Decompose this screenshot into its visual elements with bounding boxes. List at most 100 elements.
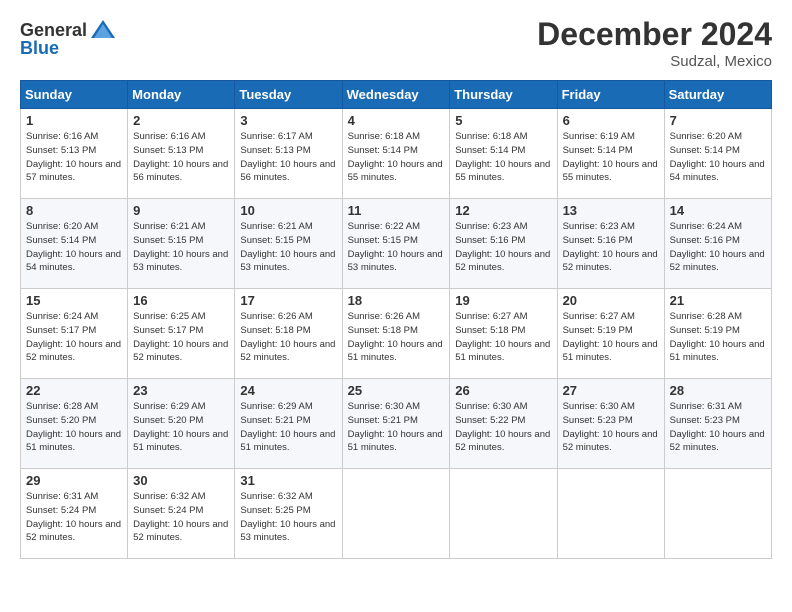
day-info: Sunrise: 6:21 AMSunset: 5:15 PMDaylight:…	[133, 220, 229, 275]
day-info: Sunrise: 6:28 AMSunset: 5:19 PMDaylight:…	[670, 310, 766, 365]
day-number: 6	[563, 113, 659, 128]
day-info: Sunrise: 6:22 AMSunset: 5:15 PMDaylight:…	[348, 220, 445, 275]
calendar-week-4: 22 Sunrise: 6:28 AMSunset: 5:20 PMDayligh…	[21, 379, 772, 469]
day-info: Sunrise: 6:29 AMSunset: 5:21 PMDaylight:…	[240, 400, 336, 455]
day-info: Sunrise: 6:16 AMSunset: 5:13 PMDaylight:…	[133, 130, 229, 185]
calendar-week-2: 8 Sunrise: 6:20 AMSunset: 5:14 PMDaylight…	[21, 199, 772, 289]
day-info: Sunrise: 6:24 AMSunset: 5:16 PMDaylight:…	[670, 220, 766, 275]
calendar-cell: 14 Sunrise: 6:24 AMSunset: 5:16 PMDayligh…	[664, 199, 771, 289]
calendar-cell: 30Sunrise: 6:32 AMSunset: 5:24 PMDayligh…	[128, 469, 235, 559]
calendar-cell: 3 Sunrise: 6:17 AMSunset: 5:13 PMDaylight…	[235, 109, 342, 199]
calendar-cell: 4 Sunrise: 6:18 AMSunset: 5:14 PMDaylight…	[342, 109, 450, 199]
day-info: Sunrise: 6:18 AMSunset: 5:14 PMDaylight:…	[348, 130, 445, 185]
day-info: Sunrise: 6:31 AMSunset: 5:24 PMDaylight:…	[26, 490, 122, 545]
day-number: 24	[240, 383, 336, 398]
day-info: Sunrise: 6:20 AMSunset: 5:14 PMDaylight:…	[26, 220, 122, 275]
col-header-monday: Monday	[128, 81, 235, 109]
calendar-cell: 31 Sunrise: 6:32 AMSunset: 5:25 PMDayligh…	[235, 469, 342, 559]
day-info: Sunrise: 6:23 AMSunset: 5:16 PMDaylight:…	[563, 220, 659, 275]
day-number: 31	[240, 473, 336, 488]
day-number: 29	[26, 473, 122, 488]
day-info: Sunrise: 6:28 AMSunset: 5:20 PMDaylight:…	[26, 400, 122, 455]
day-info: Sunrise: 6:26 AMSunset: 5:18 PMDaylight:…	[348, 310, 445, 365]
calendar-cell: 18 Sunrise: 6:26 AMSunset: 5:18 PMDayligh…	[342, 289, 450, 379]
calendar-week-5: 29 Sunrise: 6:31 AMSunset: 5:24 PMDayligh…	[21, 469, 772, 559]
calendar-header-row: SundayMondayTuesdayWednesdayThursdayFrid…	[21, 81, 772, 109]
calendar-cell: 25 Sunrise: 6:30 AMSunset: 5:21 PMDayligh…	[342, 379, 450, 469]
calendar-cell	[557, 469, 664, 559]
day-info: Sunrise: 6:20 AMSunset: 5:14 PMDaylight:…	[670, 130, 766, 185]
day-number: 28	[670, 383, 766, 398]
day-info: Sunrise: 6:19 AMSunset: 5:14 PMDaylight:…	[563, 130, 659, 185]
day-info: Sunrise: 6:17 AMSunset: 5:13 PMDaylight:…	[240, 130, 336, 185]
day-number: 14	[670, 203, 766, 218]
day-number: 15	[26, 293, 122, 308]
day-number: 27	[563, 383, 659, 398]
col-header-friday: Friday	[557, 81, 664, 109]
day-info: Sunrise: 6:18 AMSunset: 5:14 PMDaylight:…	[455, 130, 551, 185]
calendar-cell: 26 Sunrise: 6:30 AMSunset: 5:22 PMDayligh…	[450, 379, 557, 469]
day-number: 21	[670, 293, 766, 308]
day-number: 12	[455, 203, 551, 218]
day-info: Sunrise: 6:30 AMSunset: 5:21 PMDaylight:…	[348, 400, 445, 455]
col-header-tuesday: Tuesday	[235, 81, 342, 109]
calendar-cell: 29 Sunrise: 6:31 AMSunset: 5:24 PMDayligh…	[21, 469, 128, 559]
calendar-cell: 13 Sunrise: 6:23 AMSunset: 5:16 PMDayligh…	[557, 199, 664, 289]
day-number: 25	[348, 383, 445, 398]
calendar-cell: 27Sunrise: 6:30 AMSunset: 5:23 PMDayligh…	[557, 379, 664, 469]
day-info: Sunrise: 6:24 AMSunset: 5:17 PMDaylight:…	[26, 310, 122, 365]
calendar-cell: 6 Sunrise: 6:19 AMSunset: 5:14 PMDaylight…	[557, 109, 664, 199]
day-number: 18	[348, 293, 445, 308]
day-info: Sunrise: 6:26 AMSunset: 5:18 PMDaylight:…	[240, 310, 336, 365]
calendar-cell: 12Sunrise: 6:23 AMSunset: 5:16 PMDayligh…	[450, 199, 557, 289]
logo-blue: Blue	[20, 38, 59, 59]
header: General Blue December 2024 Sudzal, Mexic…	[20, 16, 772, 70]
day-number: 17	[240, 293, 336, 308]
calendar-cell: 16Sunrise: 6:25 AMSunset: 5:17 PMDayligh…	[128, 289, 235, 379]
day-number: 4	[348, 113, 445, 128]
col-header-thursday: Thursday	[450, 81, 557, 109]
calendar-week-1: 1 Sunrise: 6:16 AMSunset: 5:13 PMDaylight…	[21, 109, 772, 199]
calendar-cell: 10Sunrise: 6:21 AMSunset: 5:15 PMDayligh…	[235, 199, 342, 289]
day-number: 26	[455, 383, 551, 398]
day-info: Sunrise: 6:27 AMSunset: 5:18 PMDaylight:…	[455, 310, 551, 365]
calendar-cell: 17 Sunrise: 6:26 AMSunset: 5:18 PMDayligh…	[235, 289, 342, 379]
day-number: 3	[240, 113, 336, 128]
calendar-cell: 24 Sunrise: 6:29 AMSunset: 5:21 PMDayligh…	[235, 379, 342, 469]
calendar-cell	[664, 469, 771, 559]
calendar-cell: 7 Sunrise: 6:20 AMSunset: 5:14 PMDaylight…	[664, 109, 771, 199]
col-header-sunday: Sunday	[21, 81, 128, 109]
title-block: December 2024 Sudzal, Mexico	[537, 16, 772, 70]
day-number: 7	[670, 113, 766, 128]
calendar-cell: 11 Sunrise: 6:22 AMSunset: 5:15 PMDayligh…	[342, 199, 450, 289]
calendar-cell: 1 Sunrise: 6:16 AMSunset: 5:13 PMDaylight…	[21, 109, 128, 199]
calendar-cell: 22 Sunrise: 6:28 AMSunset: 5:20 PMDayligh…	[21, 379, 128, 469]
calendar-cell: 2Sunrise: 6:16 AMSunset: 5:13 PMDaylight…	[128, 109, 235, 199]
calendar-cell: 5 Sunrise: 6:18 AMSunset: 5:14 PMDaylight…	[450, 109, 557, 199]
day-info: Sunrise: 6:32 AMSunset: 5:25 PMDaylight:…	[240, 490, 336, 545]
calendar-week-3: 15 Sunrise: 6:24 AMSunset: 5:17 PMDayligh…	[21, 289, 772, 379]
day-info: Sunrise: 6:16 AMSunset: 5:13 PMDaylight:…	[26, 130, 122, 185]
day-number: 10	[240, 203, 336, 218]
calendar-cell	[342, 469, 450, 559]
calendar-cell: 15 Sunrise: 6:24 AMSunset: 5:17 PMDayligh…	[21, 289, 128, 379]
day-info: Sunrise: 6:30 AMSunset: 5:22 PMDaylight:…	[455, 400, 551, 455]
day-number: 13	[563, 203, 659, 218]
day-info: Sunrise: 6:29 AMSunset: 5:20 PMDaylight:…	[133, 400, 229, 455]
page-subtitle: Sudzal, Mexico	[537, 53, 772, 70]
day-number: 8	[26, 203, 122, 218]
day-number: 20	[563, 293, 659, 308]
calendar-table: SundayMondayTuesdayWednesdayThursdayFrid…	[20, 80, 772, 559]
logo-icon	[89, 16, 117, 44]
logo: General Blue	[20, 16, 117, 59]
day-number: 11	[348, 203, 445, 218]
day-number: 22	[26, 383, 122, 398]
day-number: 23	[133, 383, 229, 398]
main-container: General Blue December 2024 Sudzal, Mexic…	[0, 0, 792, 571]
day-number: 1	[26, 113, 122, 128]
calendar-cell: 19Sunrise: 6:27 AMSunset: 5:18 PMDayligh…	[450, 289, 557, 379]
day-number: 5	[455, 113, 551, 128]
page-title: December 2024	[537, 16, 772, 53]
calendar-cell: 23 Sunrise: 6:29 AMSunset: 5:20 PMDayligh…	[128, 379, 235, 469]
calendar-cell: 28Sunrise: 6:31 AMSunset: 5:23 PMDayligh…	[664, 379, 771, 469]
